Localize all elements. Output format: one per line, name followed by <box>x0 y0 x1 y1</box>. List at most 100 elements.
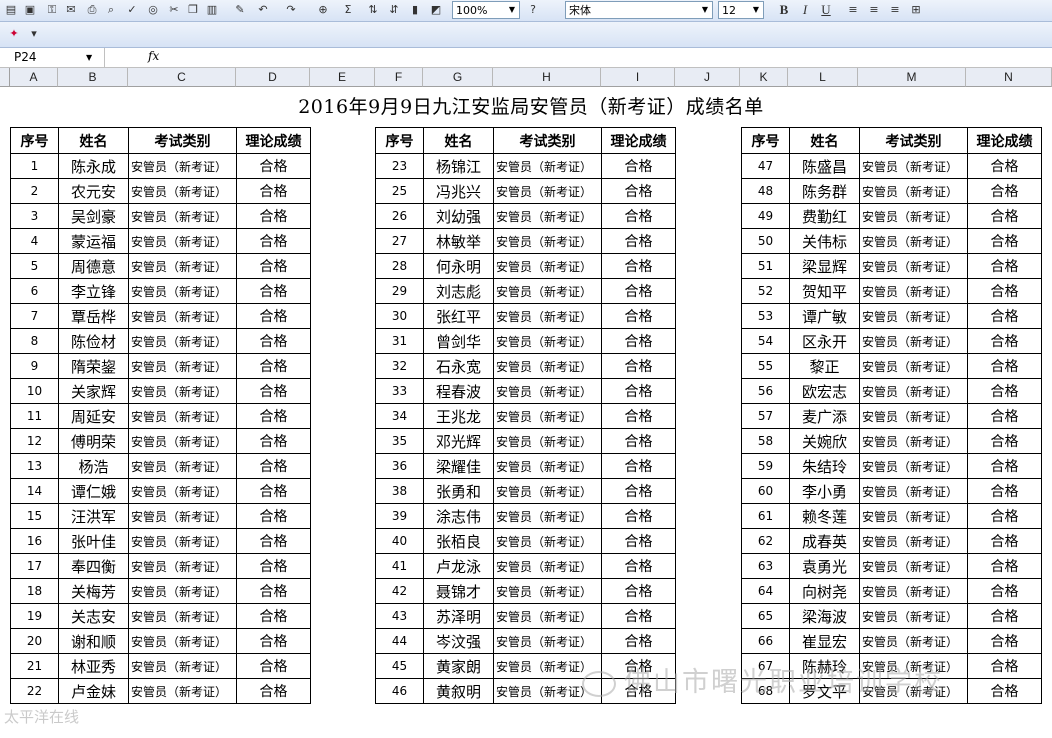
row-number[interactable]: 1 <box>10 153 59 179</box>
row-number[interactable]: 29 <box>375 278 424 304</box>
row-score[interactable]: 合格 <box>967 478 1042 504</box>
font-size-select[interactable]: 12 ▼ <box>718 1 764 19</box>
row-number[interactable]: 30 <box>375 303 424 329</box>
row-number[interactable]: 66 <box>741 628 790 654</box>
row-category[interactable]: 安管员（新考证） <box>128 303 237 329</box>
row-category[interactable]: 安管员（新考证） <box>493 378 602 404</box>
sort-ascending-icon[interactable]: ⇅ <box>365 2 381 18</box>
row-number[interactable]: 55 <box>741 353 790 379</box>
row-number[interactable]: 63 <box>741 553 790 579</box>
row-category[interactable]: 安管员（新考证） <box>128 678 237 704</box>
align-center-icon[interactable]: ≡ <box>866 2 882 18</box>
row-number[interactable]: 15 <box>10 503 59 529</box>
row-score[interactable]: 合格 <box>967 303 1042 329</box>
row-number[interactable]: 7 <box>10 303 59 329</box>
row-number[interactable]: 20 <box>10 628 59 654</box>
undo-icon[interactable]: ↶ <box>255 2 271 18</box>
row-score[interactable]: 合格 <box>236 653 311 679</box>
row-category[interactable]: 安管员（新考证） <box>859 203 968 229</box>
row-score[interactable]: 合格 <box>601 528 676 554</box>
sort-descending-icon[interactable]: ⇵ <box>386 2 402 18</box>
row-category[interactable]: 安管员（新考证） <box>859 503 968 529</box>
row-category[interactable]: 安管员（新考证） <box>493 528 602 554</box>
row-category[interactable]: 安管员（新考证） <box>859 328 968 354</box>
zoom-select[interactable]: 100% ▼ <box>452 1 520 19</box>
row-name[interactable]: 林亚秀 <box>58 653 129 679</box>
row-name[interactable]: 向树尧 <box>789 578 860 604</box>
row-score[interactable]: 合格 <box>601 603 676 629</box>
row-name[interactable]: 张叶佳 <box>58 528 129 554</box>
row-name[interactable]: 程春波 <box>423 378 494 404</box>
row-number[interactable]: 64 <box>741 578 790 604</box>
row-number[interactable]: 18 <box>10 578 59 604</box>
row-number[interactable]: 5 <box>10 253 59 279</box>
row-number[interactable]: 49 <box>741 203 790 229</box>
row-category[interactable]: 安管员（新考证） <box>859 478 968 504</box>
row-category[interactable]: 安管员（新考证） <box>859 428 968 454</box>
row-number[interactable]: 60 <box>741 478 790 504</box>
row-score[interactable]: 合格 <box>967 153 1042 179</box>
row-category[interactable]: 安管员（新考证） <box>493 153 602 179</box>
row-score[interactable]: 合格 <box>601 178 676 204</box>
row-category[interactable]: 安管员（新考证） <box>128 553 237 579</box>
row-category[interactable]: 安管员（新考证） <box>128 628 237 654</box>
row-category[interactable]: 安管员（新考证） <box>128 403 237 429</box>
row-score[interactable]: 合格 <box>967 278 1042 304</box>
row-score[interactable]: 合格 <box>236 603 311 629</box>
row-category[interactable]: 安管员（新考证） <box>128 603 237 629</box>
row-score[interactable]: 合格 <box>601 303 676 329</box>
row-number[interactable]: 3 <box>10 203 59 229</box>
row-category[interactable]: 安管员（新考证） <box>493 603 602 629</box>
select-all-corner[interactable] <box>0 68 10 87</box>
row-category[interactable]: 安管员（新考证） <box>859 628 968 654</box>
row-score[interactable]: 合格 <box>967 678 1042 704</box>
row-name[interactable]: 涂志伟 <box>423 503 494 529</box>
row-score[interactable]: 合格 <box>236 528 311 554</box>
format-painter-icon[interactable]: ✎ <box>232 2 248 18</box>
row-score[interactable]: 合格 <box>967 453 1042 479</box>
row-score[interactable]: 合格 <box>967 253 1042 279</box>
row-name[interactable]: 刘志彪 <box>423 278 494 304</box>
row-name[interactable]: 陈盛昌 <box>789 153 860 179</box>
row-number[interactable]: 38 <box>375 478 424 504</box>
row-name[interactable]: 陈务群 <box>789 178 860 204</box>
row-number[interactable]: 35 <box>375 428 424 454</box>
row-number[interactable]: 14 <box>10 478 59 504</box>
autosum-icon[interactable]: Σ <box>340 2 356 18</box>
row-category[interactable]: 安管员（新考证） <box>493 303 602 329</box>
row-category[interactable]: 安管员（新考证） <box>859 578 968 604</box>
row-score[interactable]: 合格 <box>236 203 311 229</box>
align-left-icon[interactable]: ≡ <box>845 2 861 18</box>
row-number[interactable]: 32 <box>375 353 424 379</box>
row-category[interactable]: 安管员（新考证） <box>128 503 237 529</box>
row-name[interactable]: 成春英 <box>789 528 860 554</box>
row-name[interactable]: 张红平 <box>423 303 494 329</box>
row-number[interactable]: 52 <box>741 278 790 304</box>
row-score[interactable]: 合格 <box>967 603 1042 629</box>
column-header-n[interactable]: N <box>966 68 1052 87</box>
row-number[interactable]: 48 <box>741 178 790 204</box>
row-number[interactable]: 47 <box>741 153 790 179</box>
underline-button[interactable]: U <box>818 2 834 18</box>
row-category[interactable]: 安管员（新考证） <box>493 203 602 229</box>
column-header-j[interactable]: J <box>675 68 740 87</box>
row-number[interactable]: 46 <box>375 678 424 704</box>
row-score[interactable]: 合格 <box>236 153 311 179</box>
row-name[interactable]: 隋荣鋆 <box>58 353 129 379</box>
row-category[interactable]: 安管员（新考证） <box>128 228 237 254</box>
row-name[interactable]: 黄叙明 <box>423 678 494 704</box>
row-name[interactable]: 岑汶强 <box>423 628 494 654</box>
row-name[interactable]: 梁海波 <box>789 603 860 629</box>
row-score[interactable]: 合格 <box>236 228 311 254</box>
row-number[interactable]: 45 <box>375 653 424 679</box>
column-header-f[interactable]: F <box>375 68 423 87</box>
row-number[interactable]: 2 <box>10 178 59 204</box>
row-name[interactable]: 李立锋 <box>58 278 129 304</box>
row-name[interactable]: 卢金妹 <box>58 678 129 704</box>
row-score[interactable]: 合格 <box>236 253 311 279</box>
row-category[interactable]: 安管员（新考证） <box>128 153 237 179</box>
row-category[interactable]: 安管员（新考证） <box>493 403 602 429</box>
row-name[interactable]: 杨锦江 <box>423 153 494 179</box>
row-number[interactable]: 53 <box>741 303 790 329</box>
row-name[interactable]: 谢和顺 <box>58 628 129 654</box>
